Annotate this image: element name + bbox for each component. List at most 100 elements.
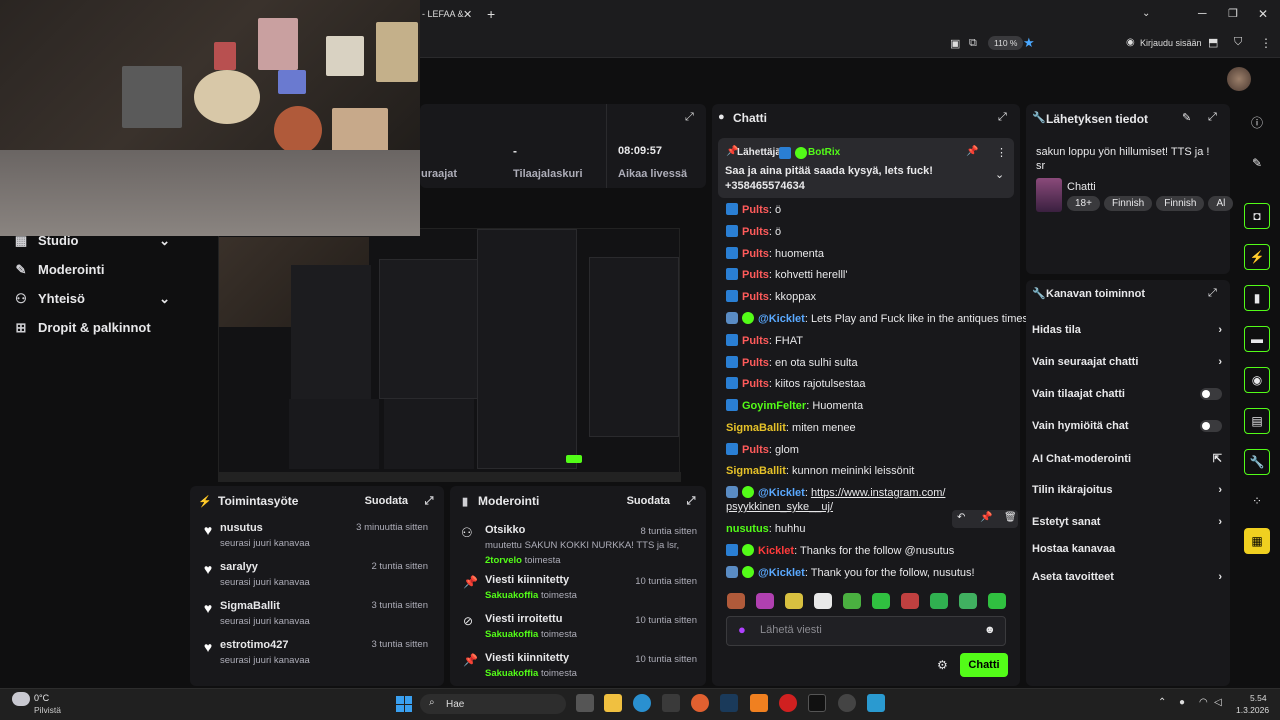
pin-icon[interactable]: 📌 <box>966 146 978 157</box>
vlc-icon[interactable] <box>750 694 768 712</box>
firefox-icon[interactable] <box>691 694 709 712</box>
chat-message[interactable]: Pults: kkoppax <box>726 290 816 304</box>
chat-username[interactable]: Pults <box>742 357 769 369</box>
chat-message[interactable]: nusutus: huhhu <box>726 522 806 536</box>
list-item[interactable]: ♥ saralyy seurasi juuri kanavaa 2 tuntia si… <box>196 555 438 594</box>
emoji-icon[interactable]: ☻ <box>984 624 996 636</box>
send-button[interactable]: Chatti <box>960 653 1008 677</box>
profile-icon[interactable]: ◉ <box>1126 37 1135 48</box>
chat-username[interactable]: @Kicklet <box>758 313 805 325</box>
chat-message[interactable]: SigmaBallit: miten menee <box>726 421 856 435</box>
list-item[interactable]: Viesti irroitettu Sakuakoffia toimesta 1… <box>485 613 697 640</box>
chat-username[interactable]: @Kicklet <box>758 487 805 499</box>
chevron-up-icon[interactable]: ⌃ <box>1158 697 1166 708</box>
chat-username[interactable]: Pults <box>742 226 769 238</box>
clock-time[interactable]: 5.54 <box>1250 693 1267 703</box>
chat-message[interactable]: Pults: kohvetti herelll' <box>726 268 847 282</box>
emote[interactable] <box>930 593 948 609</box>
mic-icon[interactable]: ● <box>738 622 746 637</box>
emote-only-toggle[interactable] <box>1200 420 1222 432</box>
reply-icon[interactable]: ↶ <box>957 512 965 523</box>
chat-username[interactable]: Kicklet <box>758 545 794 557</box>
list-item[interactable]: ♥ SigmaBallit seurasi juuri kanavaa 3 tunti… <box>196 594 438 633</box>
chat-username[interactable]: GoyimFelter <box>742 400 806 412</box>
new-tab-button[interactable]: + <box>487 6 495 22</box>
chat-message[interactable]: Pults: glom <box>726 443 799 457</box>
chat-message[interactable]: @Kicklet: https://www.instagram.com/psyy… <box>726 486 945 514</box>
store-icon[interactable] <box>662 694 680 712</box>
chat-link[interactable]: psyykkinen_syke__uj/ <box>726 500 945 514</box>
chat-username[interactable]: Pults <box>742 291 769 303</box>
action-ai-moderation[interactable]: AI Chat-moderointi ⇱ <box>1032 452 1222 466</box>
edit-icon[interactable]: ✎ <box>1244 150 1270 176</box>
extensions-icon[interactable]: ⬒ <box>1208 36 1218 49</box>
menu-icon[interactable]: ⋮ <box>1260 36 1272 50</box>
chat-bubble-icon[interactable]: ▬ <box>1244 326 1270 352</box>
info-icon[interactable]: ⓘ <box>1244 109 1270 135</box>
clock-date[interactable]: 1.3.2026 <box>1236 705 1269 715</box>
obs-icon[interactable] <box>838 694 856 712</box>
subs-only-toggle[interactable] <box>1200 388 1222 400</box>
dots-icon[interactable]: ⁘ <box>1244 488 1270 514</box>
broadcast-icon[interactable]: ◉ <box>1244 367 1270 393</box>
list-item[interactable]: ♥ estrotimo427 seurasi juuri kanavaa 3 tunt… <box>196 633 438 672</box>
tag[interactable]: Al <box>1208 196 1234 211</box>
wrench-icon[interactable]: 🔧 <box>1244 449 1270 475</box>
expand-icon[interactable]: ⤢ <box>684 494 698 508</box>
chat-message[interactable]: Pults: FHAT <box>726 334 803 348</box>
chat-username[interactable]: Pults <box>742 378 769 390</box>
chat-message[interactable]: @Kicklet: Thank you for the follow, nusu… <box>726 566 975 580</box>
expand-icon[interactable]: ⤢ <box>685 111 694 124</box>
action-blocked-words[interactable]: Estetyt sanat › <box>1032 516 1222 528</box>
emote[interactable] <box>901 593 919 609</box>
pip-icon[interactable]: ⧉ <box>969 37 977 50</box>
maximize-icon[interactable]: ❐ <box>1228 7 1238 20</box>
close-window-icon[interactable]: ✕ <box>1258 7 1268 21</box>
expand-icon[interactable]: ⤢ <box>1208 287 1217 300</box>
tag[interactable]: 18+ <box>1067 196 1100 211</box>
list-item[interactable]: Otsikko muutettu SAKUN KOKKI NURKKA! TTS… <box>485 524 697 566</box>
chat-username[interactable]: Pults <box>742 444 769 456</box>
stream-preview[interactable] <box>218 228 681 482</box>
minimize-icon[interactable]: ─ <box>1198 6 1207 20</box>
action-host[interactable]: Hostaa kanavaa <box>1032 543 1222 555</box>
task-view-icon[interactable] <box>576 694 594 712</box>
action-age-restriction[interactable]: Tilin ikärajoitus › <box>1032 484 1222 496</box>
notepad-icon[interactable] <box>867 694 885 712</box>
avatar[interactable] <box>1227 67 1251 91</box>
emote[interactable] <box>843 593 861 609</box>
emote[interactable] <box>756 593 774 609</box>
chat-input[interactable]: Lähetä viesti <box>760 624 822 636</box>
sidebar-item-moderation[interactable]: ✎ Moderointi <box>0 255 186 284</box>
camera-icon[interactable]: ◘ <box>1244 203 1270 229</box>
expand-icon[interactable]: ⤢ <box>1208 111 1217 124</box>
chat-text[interactable]: https://www.instagram.com/ <box>811 487 946 499</box>
document-icon[interactable]: ▮ <box>1244 285 1270 311</box>
chat-username[interactable]: Pults <box>742 269 769 281</box>
taskbar-search[interactable] <box>420 694 566 714</box>
wifi-icon[interactable]: ◠ <box>1199 697 1208 708</box>
emote[interactable] <box>814 593 832 609</box>
windows-start-icon[interactable] <box>396 696 412 712</box>
emote[interactable] <box>988 593 1006 609</box>
chat-username[interactable]: Pults <box>742 335 769 347</box>
tag[interactable]: Finnish <box>1156 196 1205 211</box>
weather-temp[interactable]: 0°C <box>34 693 49 703</box>
sidebar-item-drops[interactable]: ⊞ Dropit & palkinnot <box>0 313 186 342</box>
action-goals[interactable]: Aseta tavoitteet › <box>1032 571 1222 583</box>
browser-tab-title[interactable]: - LEFAA & <box>422 9 464 19</box>
expand-icon[interactable]: ⤢ <box>998 111 1007 124</box>
edge-icon[interactable] <box>633 694 651 712</box>
folder-icon[interactable] <box>604 694 622 712</box>
emote[interactable] <box>727 593 745 609</box>
star-icon[interactable]: ★ <box>1023 35 1035 51</box>
emote[interactable] <box>872 593 890 609</box>
chat-message[interactable]: @Kicklet: Lets Play and Fuck like in the… <box>726 312 1031 326</box>
screenshot-icon[interactable]: ▣ <box>950 37 960 50</box>
chat-message[interactable]: SigmaBallit: kunnon meininki leissönit <box>726 464 914 478</box>
bolt-icon[interactable]: ⚡ <box>1244 244 1270 270</box>
edit-icon[interactable]: ✎ <box>1182 111 1191 124</box>
chat-username[interactable]: Pults <box>742 204 769 216</box>
list-item[interactable]: Viesti kiinnitetty Sakuakoffia toimesta … <box>485 574 697 601</box>
chat-username[interactable]: SigmaBallit <box>726 465 786 477</box>
